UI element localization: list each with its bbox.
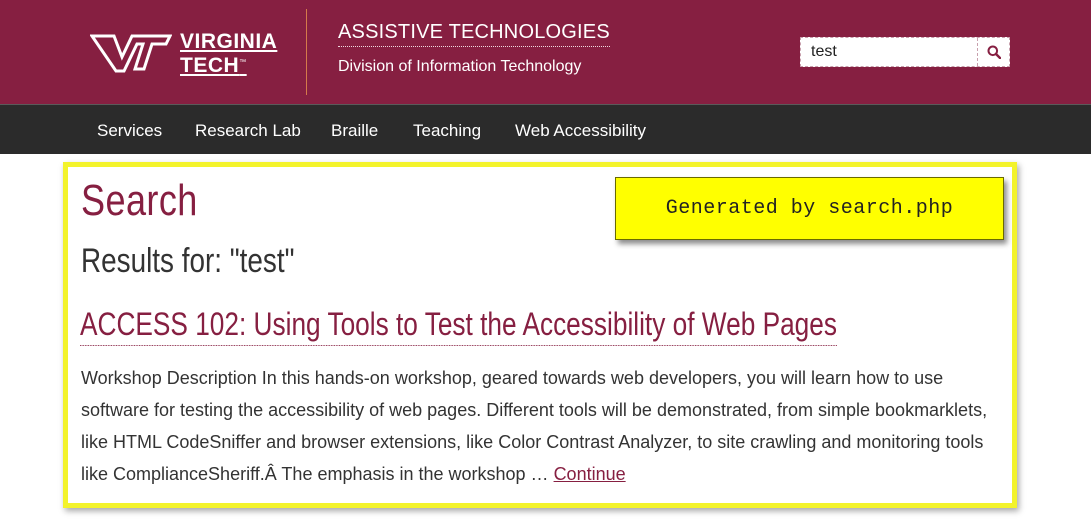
logo-line-1: VIRGINIA (180, 29, 278, 53)
search-button[interactable] (977, 38, 1009, 66)
nav-item-teaching[interactable]: Teaching (413, 121, 481, 141)
search-form (800, 37, 1010, 67)
site-subtitle: Division of Information Technology (338, 58, 582, 75)
main-nav: Services Research Lab Braille Teaching W… (0, 104, 1091, 154)
search-input[interactable] (801, 38, 977, 66)
site-title-link[interactable]: ASSISTIVE TECHNOLOGIES (338, 21, 610, 47)
search-icon (987, 45, 1001, 59)
generated-by-badge: Generated by search.php (615, 177, 1004, 240)
result-excerpt: Workshop Description In this hands-on wo… (81, 362, 1011, 490)
trademark-mark: ™ (239, 58, 247, 66)
nav-item-web-accessibility[interactable]: Web Accessibility (515, 121, 646, 141)
continue-link[interactable]: Continue (554, 464, 626, 484)
virginia-tech-logo[interactable]: VIRGINIA TECH™ (90, 30, 295, 76)
logo-wordmark: VIRGINIA TECH™ (180, 31, 277, 76)
logo-line-2: TECH™ (180, 52, 277, 76)
site-header: VIRGINIA TECH™ ASSISTIVE TECHNOLOGIES Di… (0, 0, 1091, 104)
nav-item-braille[interactable]: Braille (331, 121, 378, 141)
logo-line-2-text: TECH (180, 53, 240, 77)
results-heading: Results for: "test" (81, 242, 295, 280)
header-divider (306, 9, 307, 95)
vt-logo-icon (90, 34, 172, 73)
page-title: Search (81, 176, 198, 225)
nav-item-research-lab[interactable]: Research Lab (195, 121, 301, 141)
result-excerpt-text: Workshop Description In this hands-on wo… (81, 368, 988, 484)
nav-item-services[interactable]: Services (97, 121, 162, 141)
result-title-link[interactable]: ACCESS 102: Using Tools to Test the Acce… (80, 306, 837, 346)
